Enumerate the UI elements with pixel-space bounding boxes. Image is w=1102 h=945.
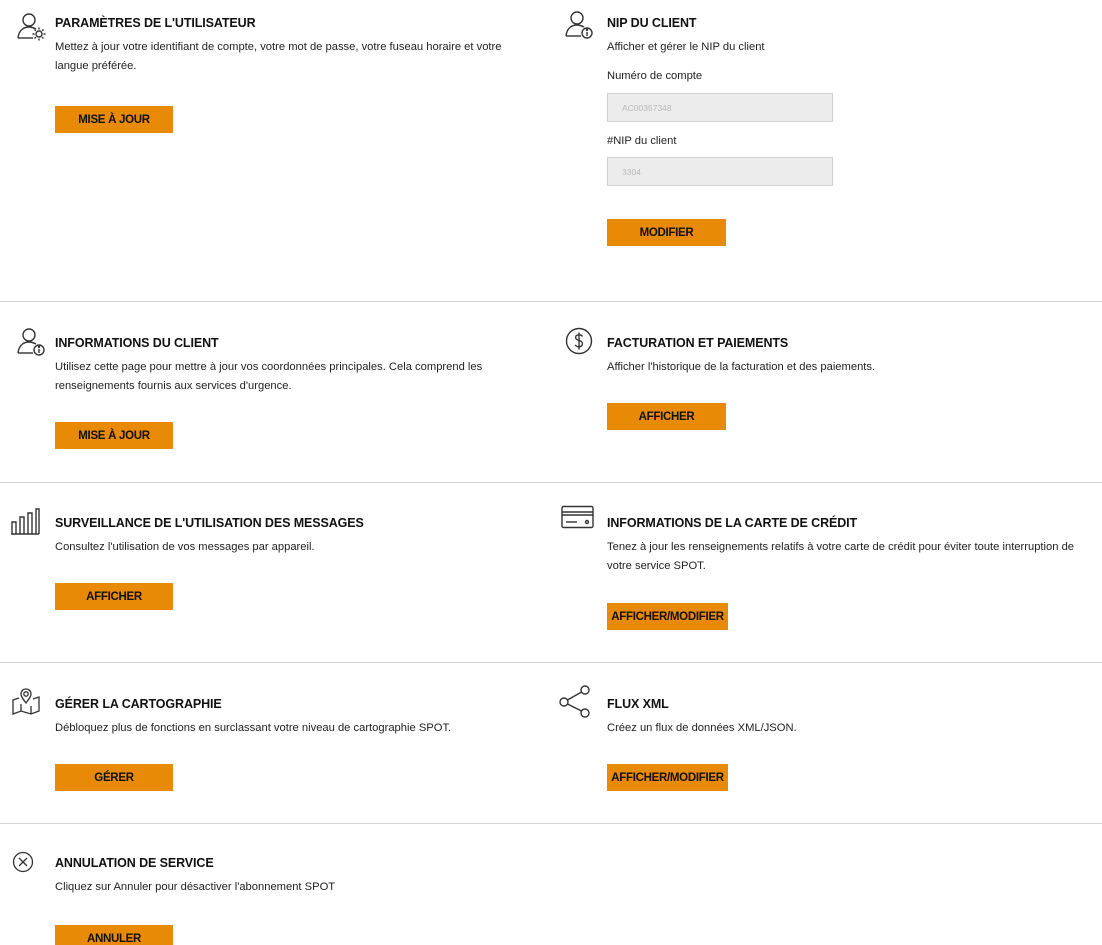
client-info-update-button[interactable]: MISE À JOUR [55, 422, 173, 449]
xml-feed-description: Créez un flux de données XML/JSON. [607, 722, 797, 734]
close-circle-icon [12, 851, 34, 873]
mapping-description: Débloquez plus de fonctions en surclassa… [55, 722, 452, 734]
user-settings-title: PARAMÈTRES DE L'UTILISATEUR [55, 16, 256, 30]
cancel-service-button[interactable]: ANNULER [55, 925, 173, 945]
client-pin-field[interactable] [607, 157, 833, 186]
client-pin-label: #NIP du client [607, 135, 677, 147]
account-number-label: Numéro de compte [607, 70, 703, 82]
client-info-title: INFORMATIONS DU CLIENT [55, 336, 219, 350]
user-info-icon [563, 8, 597, 42]
divider [0, 482, 1102, 483]
xml-feed-title: FLUX XML [607, 697, 669, 711]
credit-card-view-edit-button[interactable]: AFFICHER/MODIFIER [607, 603, 728, 630]
user-info-icon [15, 325, 49, 359]
user-settings-update-button[interactable]: MISE À JOUR [55, 106, 173, 133]
credit-card-title: INFORMATIONS DE LA CARTE DE CRÉDIT [607, 516, 858, 530]
mapping-title: GÉRER LA CARTOGRAPHIE [55, 697, 222, 711]
client-pin-description: Afficher et gérer le NIP du client [607, 41, 765, 53]
client-info-description: Utilisez cette page pour mettre à jour v… [55, 361, 483, 392]
user-settings-description: Mettez à jour votre identifiant de compt… [55, 41, 502, 72]
map-pin-icon [10, 684, 42, 716]
credit-card-icon [561, 505, 594, 529]
message-usage-view-button[interactable]: AFFICHER [55, 583, 173, 610]
account-number-field[interactable] [607, 93, 833, 122]
client-pin-title: NIP DU CLIENT [607, 16, 697, 30]
user-gear-icon [15, 10, 49, 44]
client-pin-modify-button[interactable]: MODIFIER [607, 219, 726, 246]
message-usage-title: SURVEILLANCE DE L'UTILISATION DES MESSAG… [55, 516, 364, 530]
share-icon [558, 684, 592, 718]
mapping-manage-button[interactable]: GÉRER [55, 764, 173, 791]
bar-chart-icon [10, 506, 40, 536]
dollar-circle-icon [564, 326, 594, 356]
billing-title: FACTURATION ET PAIEMENTS [607, 336, 789, 350]
divider [0, 662, 1102, 663]
billing-view-button[interactable]: AFFICHER [607, 403, 726, 430]
divider [0, 823, 1102, 824]
cancel-service-title: ANNULATION DE SERVICE [55, 856, 214, 870]
credit-card-description: Tenez à jour les renseignements relatifs… [607, 541, 1075, 572]
message-usage-description: Consultez l'utilisation de vos messages … [55, 541, 315, 553]
cancel-service-description: Cliquez sur Annuler pour désactiver l'ab… [55, 881, 336, 893]
divider [0, 301, 1102, 302]
billing-description: Afficher l'historique de la facturation … [607, 361, 876, 373]
xml-feed-view-edit-button[interactable]: AFFICHER/MODIFIER [607, 764, 728, 791]
